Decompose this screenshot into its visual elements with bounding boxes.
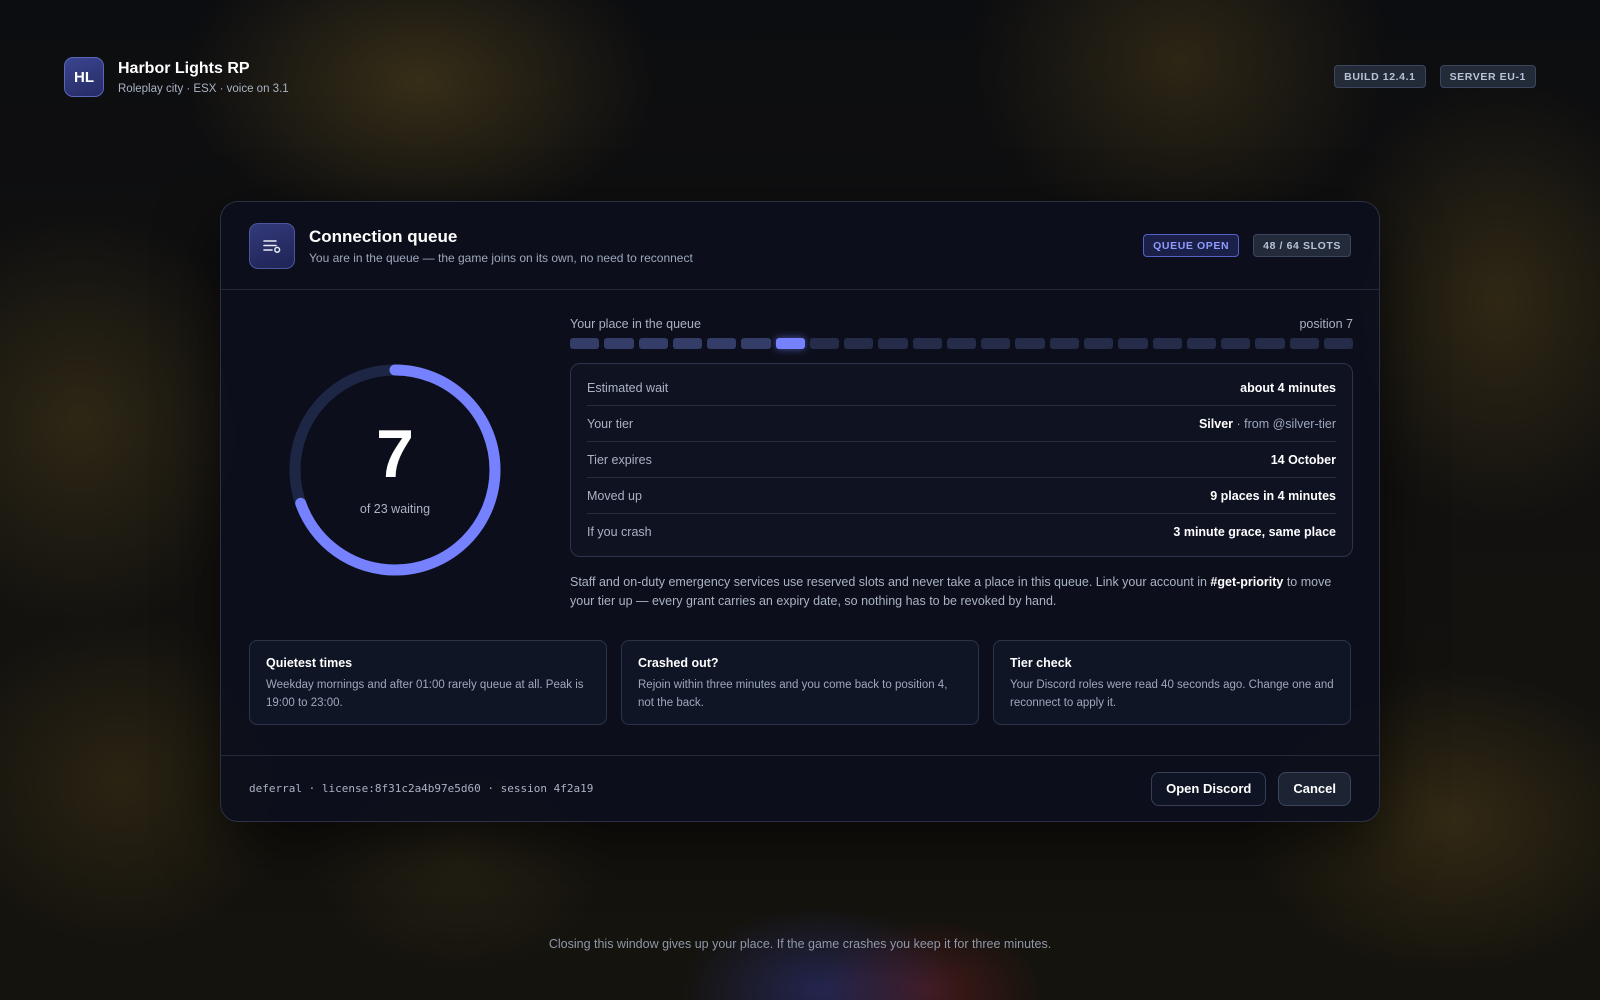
tip-title: Quietest times: [266, 656, 353, 670]
queue-segment: [1152, 338, 1182, 349]
detail-row-tier-expires: Tier expires 14 October: [587, 442, 1336, 478]
queue-segment: [981, 338, 1011, 349]
server-name: Harbor Lights RP: [118, 59, 250, 77]
cancel-button[interactable]: Cancel: [1278, 771, 1351, 806]
panel-body: 7 of 23 waiting Your place in the queue …: [221, 290, 1379, 756]
tip-title: Crashed out?: [638, 656, 719, 670]
closing-warning: Closing this window gives up your place.…: [548, 937, 1052, 951]
queue-segment: [707, 338, 737, 349]
queue-segment: [946, 338, 977, 349]
server-badge: SERVER EU-1: [1439, 65, 1536, 88]
queue-segment: [604, 338, 634, 349]
footer-actions: Open Discord Cancel: [1151, 771, 1351, 806]
detail-label: Moved up: [587, 488, 642, 503]
queue-segment: [912, 338, 942, 349]
queue-segment: [1083, 338, 1114, 349]
detail-row-tier: Your tier Silver · from @silver-tier: [587, 406, 1336, 442]
deferral-session-info: deferral · license:8f31c2a4b97e5d60 · se…: [249, 782, 594, 795]
detail-row-estimated-wait: Estimated wait about 4 minutes: [587, 370, 1336, 406]
detail-row-moved-up: Moved up 9 places in 4 minutes: [587, 478, 1336, 514]
queue-position-ring: 7 of 23 waiting: [285, 360, 505, 580]
tip-title: Tier check: [1010, 656, 1072, 670]
queue-place-label: Your place in the queue: [570, 317, 701, 331]
queue-segment: [1118, 338, 1148, 349]
queue-status-badge: QUEUE OPEN: [1143, 234, 1240, 257]
tip-body: Your Discord roles were read 40 seconds …: [1010, 679, 1334, 709]
queue-segment: [1049, 338, 1079, 349]
queue-segment: [1221, 338, 1251, 349]
server-logo-initials: HL: [74, 68, 94, 86]
detail-label: Your tier: [587, 416, 634, 431]
ring-center: 7 of 23 waiting: [285, 360, 505, 580]
panel-footer: deferral · license:8f31c2a4b97e5d60 · se…: [221, 755, 1379, 821]
queue-position-label: position 7: [1299, 317, 1353, 331]
tip-cards: Quietest times Weekday mornings and afte…: [249, 640, 1351, 725]
panel-header: Connection queue You are in the queue — …: [221, 202, 1379, 290]
queue-segment: [1015, 338, 1045, 349]
server-subtitle: Roleplay city · ESX · voice on 3.1: [118, 82, 289, 95]
slots-badge: 48 / 64 SLOTS: [1253, 234, 1351, 257]
queue-segment: [1186, 338, 1217, 349]
queue-segment-current: [775, 338, 805, 349]
detail-row-crash-grace: If you crash 3 minute grace, same place: [587, 514, 1336, 550]
detail-value: 14 October: [1270, 452, 1336, 467]
queue-segment: [741, 338, 771, 349]
queue-list-icon: [249, 222, 295, 269]
panel-title: Connection queue: [309, 226, 458, 246]
queue-segment: [878, 338, 908, 349]
queue-details-column: Your place in the queue position 7 Estim…: [570, 290, 1354, 611]
priority-note: Staff and on-duty emergency services use…: [570, 575, 1332, 608]
detail-label: Tier expires: [587, 452, 652, 467]
detail-label: Estimated wait: [587, 380, 669, 395]
detail-label: If you crash: [587, 525, 652, 539]
queue-panel: Connection queue You are in the queue — …: [220, 201, 1380, 822]
tip-body: Rejoin within three minutes and you come…: [638, 679, 948, 709]
detail-value: 3 minute grace, same place: [1173, 525, 1336, 539]
details-table: Estimated wait about 4 minutes Your tier…: [570, 363, 1353, 557]
server-logo: HL: [64, 57, 104, 97]
queue-segment: [638, 338, 668, 349]
queue-segment: [1323, 338, 1354, 349]
queue-position-number: 7: [376, 416, 414, 492]
priority-channel-link: #get-priority: [1210, 575, 1284, 589]
panel-subtitle: You are in the queue — the game joins on…: [309, 250, 693, 265]
brand: HL Harbor Lights RP Roleplay city · ESX …: [64, 57, 289, 97]
tip-body: Weekday mornings and after 01:00 rarely …: [266, 679, 584, 709]
queue-segment: [809, 338, 840, 349]
queue-segment: [1255, 338, 1285, 349]
panel-badges: QUEUE OPEN 48 / 64 SLOTS: [1143, 234, 1351, 257]
top-badges: BUILD 12.4.1 SERVER EU-1: [1334, 65, 1536, 88]
queue-segment: [1289, 338, 1319, 349]
queue-segment: [844, 338, 874, 349]
brand-text: Harbor Lights RP Roleplay city · ESX · v…: [118, 60, 289, 95]
queue-segment: [570, 338, 600, 349]
panel-header-text: Connection queue You are in the queue — …: [309, 227, 693, 265]
detail-value: 9 places in 4 minutes: [1210, 488, 1336, 503]
detail-value: Silver · from @silver-tier: [1198, 416, 1337, 431]
build-badge: BUILD 12.4.1: [1334, 65, 1426, 88]
detail-value: about 4 minutes: [1240, 380, 1336, 395]
tip-card-crashed-out: Crashed out? Rejoin within three minutes…: [621, 640, 979, 725]
tip-card-quietest-times: Quietest times Weekday mornings and afte…: [249, 640, 607, 725]
tier-source: · from @silver-tier: [1233, 416, 1337, 431]
open-discord-button[interactable]: Open Discord: [1151, 771, 1267, 806]
queue-segment: [672, 338, 703, 349]
tip-card-tier-check: Tier check Your Discord roles were read …: [993, 640, 1351, 725]
queue-waiting-label: of 23 waiting: [359, 502, 431, 516]
queue-place-row: Your place in the queue position 7: [570, 317, 1353, 331]
queue-segment-bar: [570, 338, 1354, 349]
